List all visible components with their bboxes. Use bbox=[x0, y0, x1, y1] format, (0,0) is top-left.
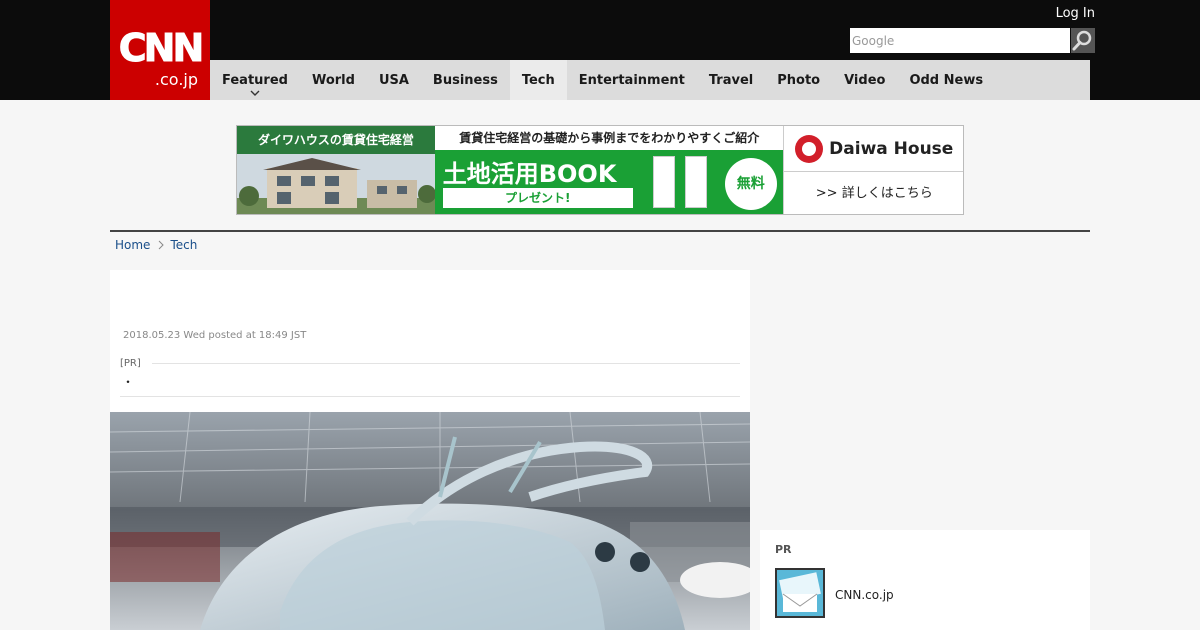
pr-item-link[interactable]: CNN.co.jp bbox=[835, 588, 894, 602]
nav-label: Entertainment bbox=[578, 72, 685, 88]
logo-sub: .co.jp bbox=[154, 70, 198, 89]
nav-odd-news[interactable]: Odd News bbox=[897, 60, 995, 100]
nav-label: Photo bbox=[777, 72, 821, 88]
ad-present-button: プレゼント! bbox=[442, 188, 633, 208]
brand-name: Daiwa House bbox=[829, 138, 954, 159]
article-header: 2018.05.23 Wed posted at 18:49 JST [PR] … bbox=[110, 270, 750, 412]
pr-label: [PR] bbox=[120, 358, 141, 369]
house-illustration bbox=[237, 154, 435, 214]
nav-featured[interactable]: Featured bbox=[210, 60, 300, 100]
ad-book-panel: 賃貸住宅経営の基礎から事例までをわかりやすくご紹介 土地活用BOOK プレゼント… bbox=[434, 126, 784, 214]
ad-brand-panel: Daiwa House >> 詳しくはこちら bbox=[783, 126, 963, 214]
nav-label: Tech bbox=[521, 72, 555, 88]
nav-video[interactable]: Video bbox=[832, 60, 897, 100]
nav-label: World bbox=[311, 72, 355, 88]
nav-label: USA bbox=[378, 72, 409, 88]
nav-travel[interactable]: Travel bbox=[697, 60, 765, 100]
logo-mark: CNN bbox=[118, 26, 205, 70]
pr-link[interactable]: ・ bbox=[122, 373, 134, 390]
main-nav: Featured World USA Business Tech Enterta… bbox=[210, 60, 1090, 100]
divider bbox=[152, 363, 740, 364]
nav-entertainment[interactable]: Entertainment bbox=[567, 60, 697, 100]
nav-label: Odd News bbox=[909, 72, 984, 88]
mail-icon bbox=[777, 570, 823, 616]
ad-mid-top: 賃貸住宅経営の基礎から事例までをわかりやすくご紹介 bbox=[434, 126, 784, 150]
divider bbox=[120, 396, 740, 397]
breadcrumb: Home Tech bbox=[115, 238, 197, 252]
ad-mid-headline: 土地活用BOOK bbox=[442, 160, 617, 188]
ad-house-panel: ダイワハウスの賃貸住宅経営 bbox=[237, 126, 435, 214]
nav-label: Featured bbox=[222, 72, 288, 88]
site-header: CNN .co.jp Log In Featured World USA Bus… bbox=[0, 0, 1200, 100]
ad-brand: Daiwa House bbox=[784, 126, 963, 172]
sidebar-pr: PR CNN.co.jp bbox=[760, 530, 1090, 630]
book-image bbox=[652, 156, 675, 208]
daiwa-logo-icon bbox=[795, 134, 824, 163]
cnn-logo[interactable]: CNN .co.jp bbox=[110, 0, 210, 100]
breadcrumb-home[interactable]: Home bbox=[115, 238, 150, 252]
article-photo bbox=[110, 412, 750, 630]
free-badge: 無料 bbox=[724, 158, 777, 210]
ad-more-link[interactable]: >> 詳しくはこちら bbox=[784, 173, 963, 214]
chevron-right-icon bbox=[159, 240, 165, 250]
chevron-down-icon bbox=[250, 90, 260, 96]
nav-label: Travel bbox=[708, 72, 754, 88]
search-icon bbox=[1072, 30, 1092, 51]
section-divider bbox=[110, 230, 1090, 232]
nav-business[interactable]: Business bbox=[421, 60, 510, 100]
nav-photo[interactable]: Photo bbox=[765, 60, 832, 100]
search-button[interactable] bbox=[1071, 28, 1095, 53]
book-image bbox=[684, 156, 707, 208]
breadcrumb-tech[interactable]: Tech bbox=[170, 238, 197, 252]
nav-label: Video bbox=[844, 72, 886, 88]
login-link[interactable]: Log In bbox=[1056, 6, 1095, 21]
nav-tech[interactable]: Tech bbox=[509, 60, 567, 100]
search-input[interactable] bbox=[850, 28, 1070, 53]
ad-banner[interactable]: ダイワハウスの賃貸住宅経営 賃貸住宅経営の基礎から事例までをわかりやすくご紹介 … bbox=[236, 125, 964, 215]
sidebar-pr-title: PR bbox=[775, 543, 792, 556]
article-date: 2018.05.23 Wed posted at 18:49 JST bbox=[123, 330, 307, 341]
nav-usa[interactable]: USA bbox=[367, 60, 421, 100]
pr-thumbnail[interactable] bbox=[775, 568, 825, 618]
ad-left-title: ダイワハウスの賃貸住宅経営 bbox=[237, 126, 435, 154]
concept-car-photo bbox=[110, 412, 750, 630]
nav-label: Business bbox=[432, 72, 498, 88]
nav-world[interactable]: World bbox=[300, 60, 367, 100]
